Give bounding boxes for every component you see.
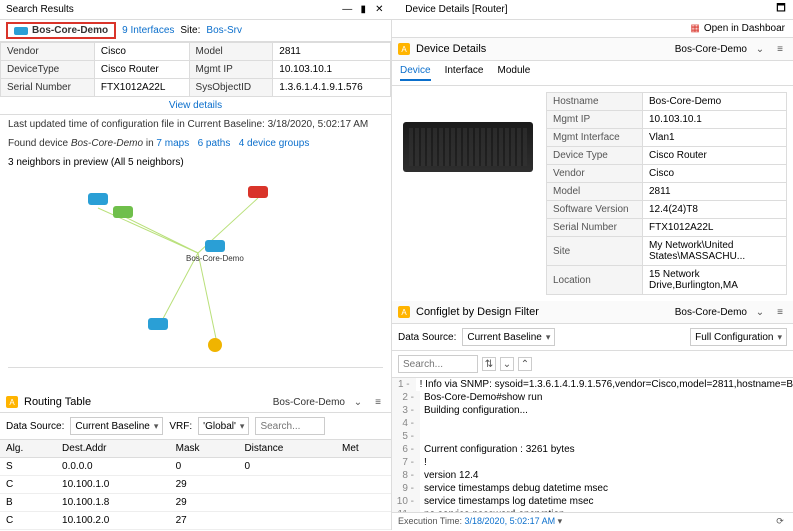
routing-device-name: Bos-Core-Demo — [273, 397, 345, 408]
site-link[interactable]: Bos-Srv — [206, 25, 242, 36]
device-groups-link[interactable]: 4 device groups — [239, 138, 310, 149]
collapse-icon[interactable]: ⌄ — [753, 42, 767, 56]
routing-search-input[interactable] — [255, 417, 325, 435]
interfaces-link[interactable]: 9 Interfaces — [122, 25, 174, 36]
topology-preview[interactable]: Bos-Core-Demo — [8, 168, 383, 368]
table-header[interactable]: Mask — [170, 440, 239, 458]
site-label: Site: — [180, 25, 200, 36]
table-row: Software Version12.4(24)T8 — [547, 201, 787, 219]
routing-table: Alg.Dest.AddrMaskDistanceMet S0.0.0.000C… — [0, 440, 391, 530]
configlet-title: Configlet by Design Filter — [416, 306, 539, 318]
find-next-icon[interactable]: ⌄ — [500, 357, 514, 371]
table-header[interactable]: Distance — [238, 440, 336, 458]
table-row: Mgmt IP10.103.10.1 — [547, 111, 787, 129]
table-row: Device TypeCisco Router — [547, 147, 787, 165]
dashboard-icon: ▦ — [690, 23, 699, 34]
table-row: Location15 Network Drive,Burlington,MA — [547, 266, 787, 295]
search-options-icon[interactable]: ⇅ — [482, 357, 496, 371]
table-row[interactable]: S0.0.0.000 — [0, 458, 391, 476]
maximize-icon[interactable]: 🗖 — [775, 4, 787, 16]
dd-device-name: Bos-Core-Demo — [675, 44, 747, 55]
badge-icon: A — [398, 306, 410, 318]
cfg-device-name: Bos-Core-Demo — [675, 307, 747, 318]
last-updated-label: Last updated time of configuration file … — [8, 119, 268, 130]
device-properties-table: VendorCiscoModel2811 DeviceTypeCisco Rou… — [0, 42, 391, 97]
execution-time-link[interactable]: 3/18/2020, 5:02:17 AM — [465, 516, 556, 526]
table-header[interactable]: Met — [336, 440, 391, 458]
window-title-left: Search Results — [6, 4, 74, 15]
table-row[interactable]: C10.100.2.027 — [0, 512, 391, 530]
table-row[interactable]: C10.100.1.029 — [0, 476, 391, 494]
collapse-icon[interactable]: ⌄ — [351, 395, 365, 409]
vrf-select[interactable]: 'Global' — [198, 417, 249, 435]
tab-module[interactable]: Module — [498, 65, 531, 81]
table-row: SiteMy Network\United States\MASSACHU... — [547, 237, 787, 266]
minimize-icon[interactable]: — — [341, 4, 353, 16]
maps-link[interactable]: 7 maps — [156, 138, 189, 149]
paths-link[interactable]: 6 paths — [198, 138, 231, 149]
tab-interface[interactable]: Interface — [445, 65, 484, 81]
device-name: Bos-Core-Demo — [32, 25, 108, 36]
table-row: Serial NumberFTX1012A22L — [547, 219, 787, 237]
find-prev-icon[interactable]: ⌃ — [518, 357, 532, 371]
cfg-search-input[interactable] — [398, 355, 478, 373]
exec-time-dropdown[interactable] — [558, 516, 563, 526]
device-chip[interactable]: Bos-Core-Demo — [6, 22, 116, 39]
table-header[interactable]: Alg. — [0, 440, 56, 458]
neighbors-title: 3 neighbors in preview (All 5 neighbors) — [8, 157, 383, 168]
table-row: Model2811 — [547, 183, 787, 201]
badge-icon: A — [398, 43, 410, 55]
routing-table-title: Routing Table — [24, 396, 267, 408]
open-in-dashboard-link[interactable]: ▦ Open in Dashboar — [392, 20, 793, 38]
collapse-icon[interactable]: ⌄ — [753, 305, 767, 319]
device-details-title: Device Details — [416, 43, 486, 55]
data-source-select[interactable]: Current Baseline — [70, 417, 163, 435]
menu-icon[interactable]: ≡ — [773, 42, 787, 56]
tab-device[interactable]: Device — [400, 65, 431, 81]
menu-icon[interactable]: ≡ — [773, 305, 787, 319]
table-row[interactable]: B10.100.1.829 — [0, 494, 391, 512]
table-row: HostnameBos-Core-Demo — [547, 93, 787, 111]
config-code-view[interactable]: 1 -! Info via SNMP: sysoid=1.3.6.1.4.1.9… — [392, 378, 793, 512]
router-icon — [14, 27, 28, 35]
table-row: VendorCisco — [547, 165, 787, 183]
device-image — [398, 92, 538, 202]
table-row: Mgmt InterfaceVlan1 — [547, 129, 787, 147]
table-header[interactable]: Dest.Addr — [56, 440, 170, 458]
device-details-table: HostnameBos-Core-DemoMgmt IP10.103.10.1M… — [546, 92, 787, 295]
topology-links — [8, 168, 383, 367]
pin-icon[interactable]: ▮ — [357, 4, 369, 16]
cfg-filter-select[interactable]: Full Configuration — [690, 328, 787, 346]
last-updated-time: 3/18/2020, 5:02:17 AM — [268, 119, 369, 130]
menu-icon[interactable]: ≡ — [371, 395, 385, 409]
cfg-data-source-select[interactable]: Current Baseline — [462, 328, 555, 346]
window-title-right: Device Details [Router] — [405, 4, 507, 15]
close-icon[interactable]: ✕ — [373, 4, 385, 16]
refresh-icon[interactable]: ⟳ — [773, 515, 787, 529]
badge-icon: A — [6, 396, 18, 408]
view-details-link[interactable]: View details — [0, 97, 391, 115]
